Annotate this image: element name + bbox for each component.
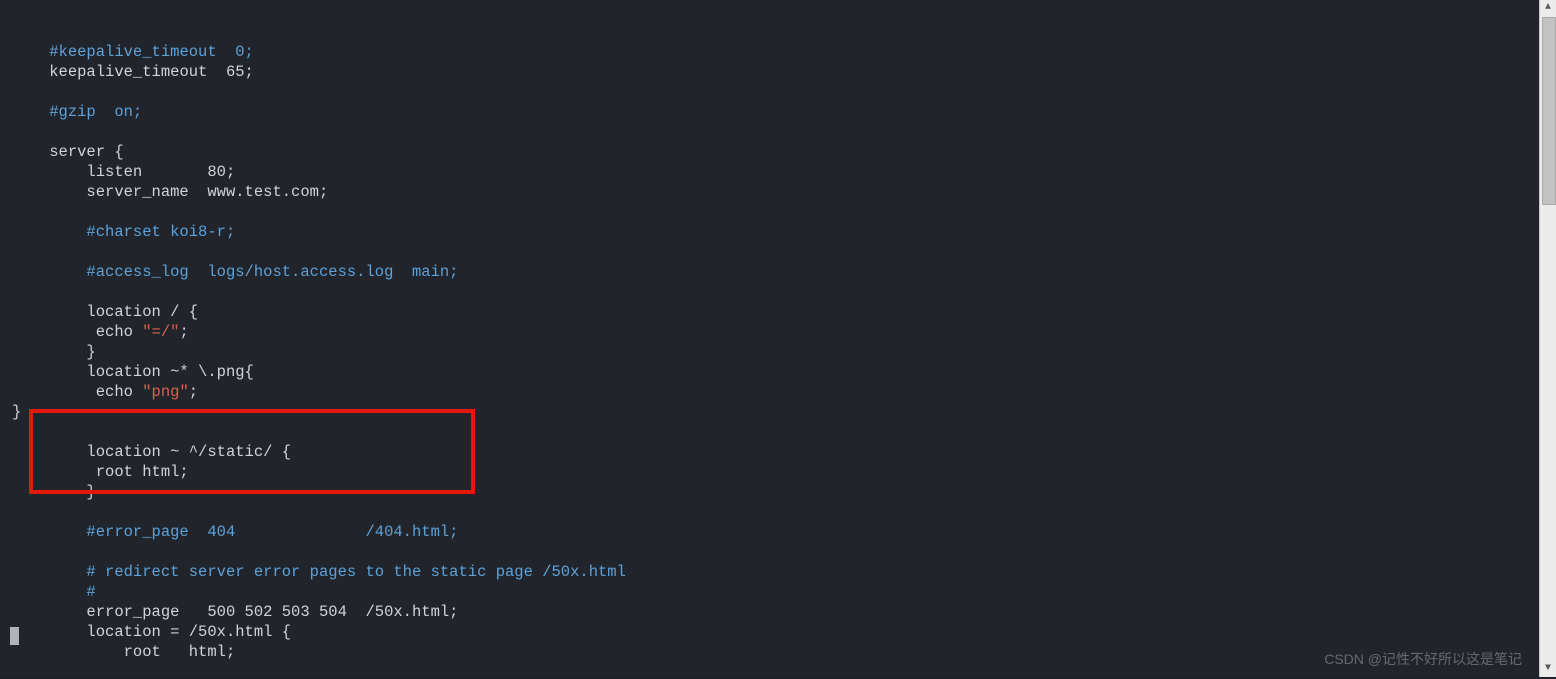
code-token: server {: [49, 143, 123, 161]
code-token: #gzip on;: [49, 103, 142, 121]
code-token: }: [12, 403, 21, 421]
code-token: ;: [179, 323, 188, 341]
code-token: ;: [189, 383, 198, 401]
code-token: }: [86, 483, 95, 501]
code-token: #access_log logs/host.access.log main;: [86, 263, 458, 281]
code-token: #: [86, 583, 95, 601]
code-token: # redirect server error pages to the sta…: [86, 563, 626, 581]
watermark-text: CSDN @记性不好所以这是笔记: [1324, 649, 1522, 669]
code-token: }: [86, 343, 95, 361]
code-token: location / {: [86, 303, 198, 321]
code-token: location ~* \.png{: [86, 363, 253, 381]
code-token: location = /50x.html {: [86, 623, 291, 641]
vertical-scrollbar[interactable]: ▲ ▼: [1539, 0, 1556, 677]
code-token: server_name www.test.com;: [86, 183, 328, 201]
code-token: #charset koi8-r;: [86, 223, 235, 241]
code-token: root html;: [124, 643, 236, 661]
code-token: location ~ ^/static/ {: [86, 443, 291, 461]
code-token: echo: [96, 383, 143, 401]
code-token: error_page 500 502 503 504 /50x.html;: [86, 603, 458, 621]
scroll-up-arrow-icon[interactable]: ▲: [1540, 0, 1556, 16]
code-token: echo: [96, 323, 143, 341]
scrollbar-thumb[interactable]: [1542, 17, 1556, 205]
code-token: "=/": [142, 323, 179, 341]
code-token: root html;: [96, 463, 189, 481]
code-token: listen 80;: [86, 163, 235, 181]
scroll-down-arrow-icon[interactable]: ▼: [1540, 661, 1556, 677]
code-token: #error_page 404 /404.html;: [86, 523, 458, 541]
code-token: keepalive_timeout 65;: [49, 63, 254, 81]
code-token: "png": [142, 383, 189, 401]
code-token: #keepalive_timeout 0;: [49, 43, 254, 61]
editor-viewport: #keepalive_timeout 0; keepalive_timeout …: [0, 0, 1540, 677]
code-block[interactable]: #keepalive_timeout 0; keepalive_timeout …: [12, 42, 626, 662]
text-cursor: [10, 627, 19, 645]
